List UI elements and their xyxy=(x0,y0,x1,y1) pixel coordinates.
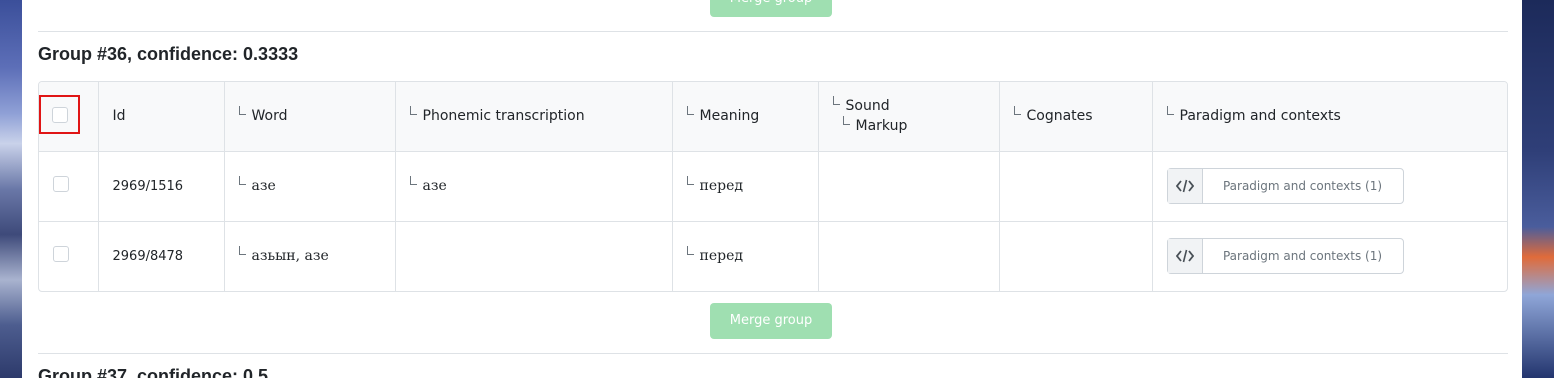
main-content: Merge group Group #36, confidence: 0.333… xyxy=(22,0,1522,378)
row-select-cell xyxy=(39,151,99,222)
merge-group-button[interactable]: Merge group xyxy=(710,303,832,339)
table-header-row: Id Word Phonemic transcription Meaning S… xyxy=(39,82,1507,152)
row-paradigm: Paradigm and contexts (1) xyxy=(1152,151,1507,222)
column-label: Cognates xyxy=(1026,108,1093,125)
code-icon xyxy=(1167,239,1203,274)
nesting-icon xyxy=(686,246,694,256)
phonemic-value: азе xyxy=(422,178,447,194)
nesting-icon xyxy=(238,246,246,256)
row-meaning: перед xyxy=(672,221,819,291)
nesting-icon xyxy=(832,96,840,106)
column-header-id: Id xyxy=(98,82,225,152)
nesting-icon xyxy=(686,106,694,116)
paradigm-button-label: Paradigm and contexts (1) xyxy=(1222,179,1383,193)
meaning-value: перед xyxy=(699,178,743,194)
table-row: 2969/1516 азе азе перед Paradigm and con… xyxy=(39,151,1507,222)
nesting-icon xyxy=(1013,106,1021,116)
nesting-icon xyxy=(686,176,694,185)
select-all-checkbox[interactable] xyxy=(39,94,80,134)
group-title: Group #37, confidence: 0.5 xyxy=(38,366,269,378)
word-value: азьын, азе xyxy=(251,248,329,265)
column-label: Word xyxy=(251,108,288,125)
column-label: Paradigm and contexts xyxy=(1179,108,1341,125)
column-header-cognates: Cognates xyxy=(999,82,1153,152)
nesting-icon xyxy=(238,106,246,116)
meaning-value: перед xyxy=(699,248,743,265)
row-paradigm: Paradigm and contexts (1) xyxy=(1152,221,1507,291)
nesting-icon xyxy=(1166,106,1174,116)
group-title: Group #36, confidence: 0.3333 xyxy=(38,44,299,64)
paradigm-button-label: Paradigm and contexts (1) xyxy=(1222,249,1383,264)
row-word: азьын, азе xyxy=(224,221,396,291)
column-label: Phonemic transcription xyxy=(422,108,585,125)
row-sound xyxy=(818,151,1000,222)
paradigm-contexts-button[interactable]: Paradigm and contexts (1) xyxy=(1166,238,1404,275)
row-sound xyxy=(818,221,1000,291)
nesting-icon xyxy=(238,176,246,185)
row-select-cell xyxy=(39,221,99,291)
row-phonemic: азе xyxy=(395,151,673,222)
column-label: Markup xyxy=(855,118,908,135)
merge-group-button-prev[interactable]: Merge group xyxy=(710,0,832,17)
background-edge-right xyxy=(1522,0,1554,378)
group-table: Id Word Phonemic transcription Meaning S… xyxy=(38,81,1508,292)
paradigm-contexts-button[interactable]: Paradigm and contexts (1) xyxy=(1166,168,1404,204)
group-divider xyxy=(38,353,1508,354)
row-phonemic xyxy=(395,221,673,291)
row-checkbox[interactable] xyxy=(53,176,69,192)
nesting-icon xyxy=(409,176,417,185)
row-checkbox[interactable] xyxy=(53,246,69,263)
column-label: Meaning xyxy=(699,108,760,125)
code-icon xyxy=(1167,169,1203,203)
nesting-icon xyxy=(842,116,850,126)
select-all-cell xyxy=(39,82,99,152)
column-label: Sound xyxy=(845,98,890,115)
background-edge-left xyxy=(0,0,22,378)
column-header-sound: Sound Markup xyxy=(818,82,1000,152)
row-meaning: перед xyxy=(672,151,819,222)
row-id: 2969/8478 xyxy=(98,221,225,291)
row-id: 2969/1516 xyxy=(98,151,225,222)
row-cognates xyxy=(999,221,1153,291)
word-value: азе xyxy=(251,178,276,194)
nesting-icon xyxy=(409,106,417,116)
column-header-meaning: Meaning xyxy=(672,82,819,152)
column-header-phonemic: Phonemic transcription xyxy=(395,82,673,152)
row-word: азе xyxy=(224,151,396,222)
column-header-paradigm: Paradigm and contexts xyxy=(1152,82,1507,152)
row-cognates xyxy=(999,151,1153,222)
column-header-word: Word xyxy=(224,82,396,152)
table-row: 2969/8478 азьын, азе перед Paradigm and … xyxy=(39,221,1507,291)
group-divider xyxy=(38,31,1508,32)
